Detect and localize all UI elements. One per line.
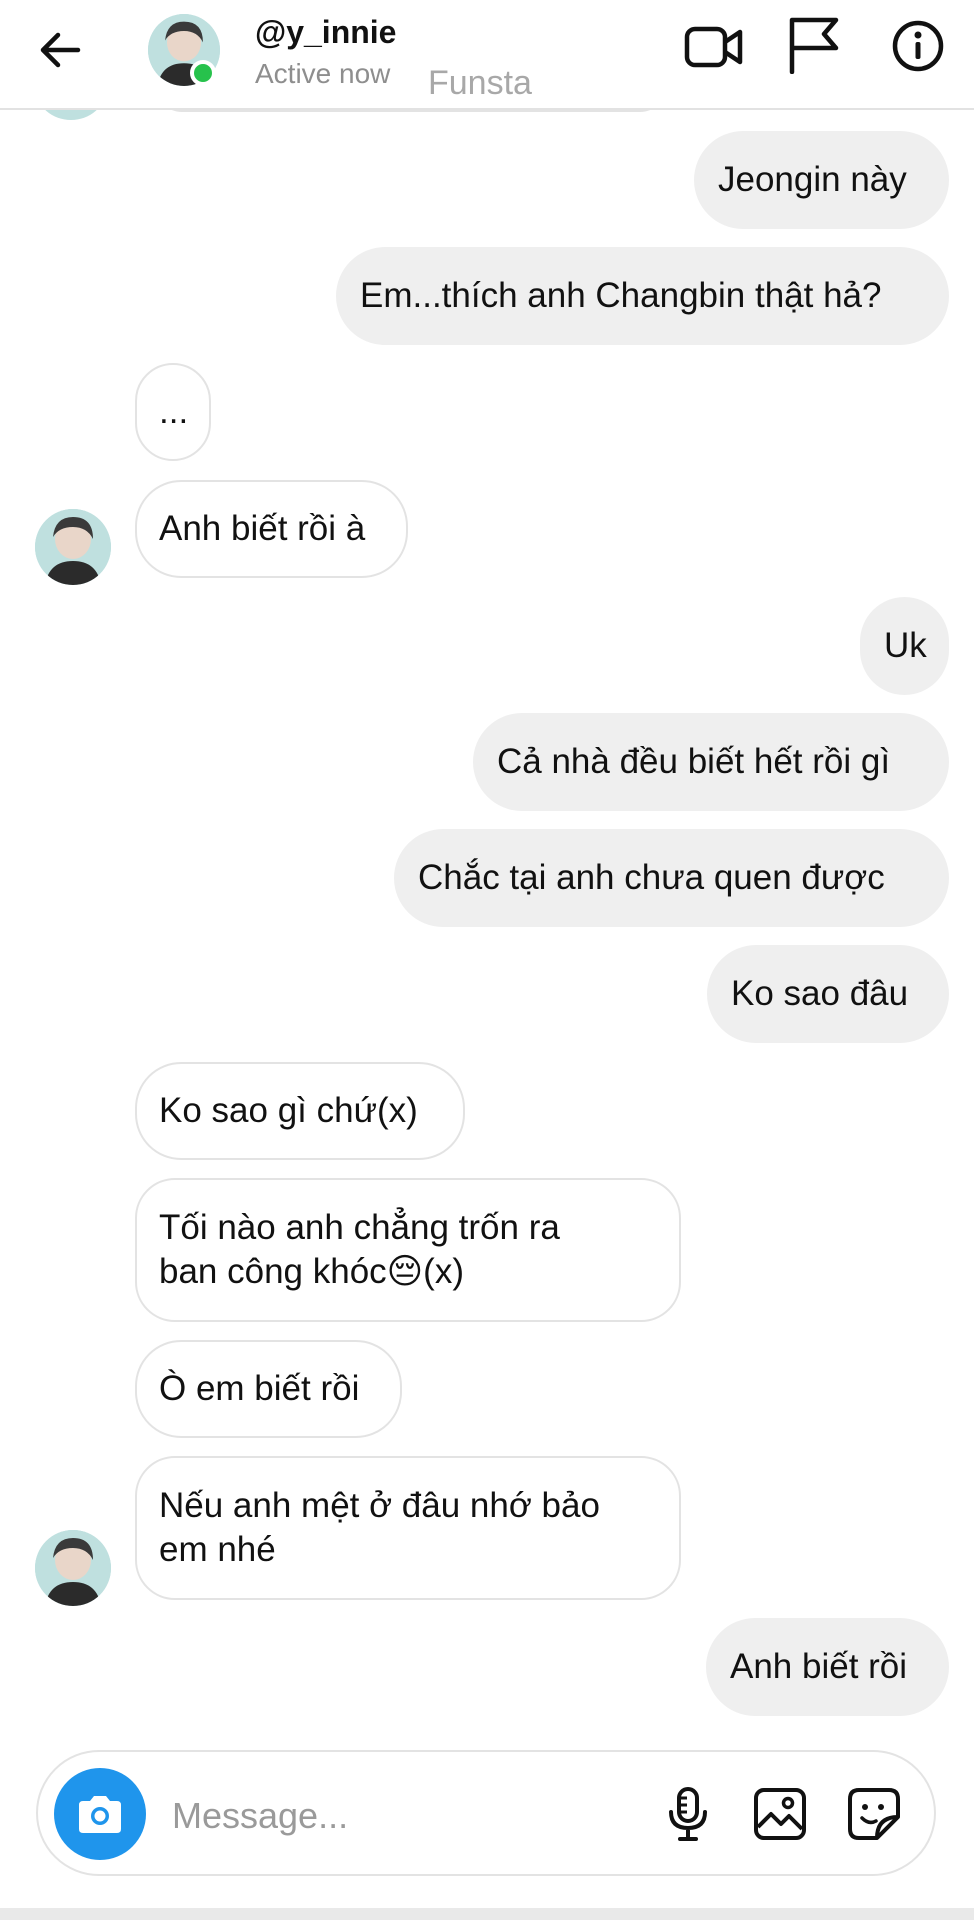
message-bubble-outgoing[interactable]: Em...thích anh Changbin thật hả? [336,247,949,345]
message-bubble-outgoing[interactable]: Chắc tại anh chưa quen được [394,829,949,927]
message-thread[interactable]: Jeongin này Em...thích anh Changbin thật… [0,0,974,1740]
contact-avatar-small [35,1530,111,1606]
avatar-photo-icon [35,509,111,585]
back-button[interactable] [28,22,92,78]
message-text: Ko sao đâu [731,974,909,1013]
message-text: Uk [884,626,927,665]
message-bubble-outgoing[interactable]: Cả nhà đều biết hết rồi gì [473,713,949,811]
gallery-button[interactable] [750,1784,810,1844]
message-text-line: Nếu anh mệt ở đâu nhớ bảo [159,1486,600,1525]
info-icon [892,20,944,72]
message-text: ... [159,392,189,431]
info-button[interactable] [888,16,948,76]
video-call-button[interactable] [682,18,746,76]
watermark-text: Funsta [428,64,532,102]
message-bubble-incoming[interactable]: Tối nào anh chẳng trốn ra ban công khóc😔… [135,1178,681,1322]
message-bubble-incoming[interactable]: Ko sao gì chứ(x) [135,1062,465,1160]
video-camera-icon [684,26,743,68]
message-text-line: em nhé [159,1530,276,1569]
message-bubble-incoming[interactable]: Ò em biết rồi [135,1340,402,1438]
message-text-line: ban công khóc😔(x) [159,1252,464,1291]
back-arrow-icon [40,32,81,68]
contact-avatar-small [35,509,111,585]
message-bubble-outgoing[interactable]: Uk [860,597,949,695]
sticker-button[interactable] [844,1784,904,1844]
message-text: Cả nhà đều biết hết rồi gì [497,742,891,781]
message-bubble-outgoing[interactable]: Jeongin này [694,131,949,229]
message-bubble-incoming[interactable]: Nếu anh mệt ở đâu nhớ bảo em nhé [135,1456,681,1600]
message-input[interactable] [170,1790,654,1842]
message-text: Ò em biết rồi [159,1369,360,1408]
message-bubble-incoming[interactable]: ... [135,363,211,461]
message-text: Anh biết rồi [730,1647,908,1686]
sticker-icon [848,1788,900,1840]
avatar-photo-icon [35,1530,111,1606]
message-text: Ko sao gì chứ(x) [159,1091,418,1130]
report-button[interactable] [782,14,846,76]
camera-button[interactable] [54,1768,146,1860]
message-composer [36,1750,936,1876]
message-bubble-outgoing[interactable]: Anh biết rồi [706,1618,949,1716]
camera-icon [79,1796,121,1833]
system-nav-bar [0,1908,974,1920]
message-text-line: Tối nào anh chẳng trốn ra [159,1208,560,1247]
microphone-icon [669,1787,707,1841]
active-status: Active now [255,58,391,89]
contact-username[interactable]: @y_innie [255,14,396,51]
message-text: Chắc tại anh chưa quen được [418,858,885,897]
voice-message-button[interactable] [658,1784,718,1844]
message-text: Jeongin này [718,160,907,199]
online-status-dot [190,60,216,86]
message-bubble-outgoing[interactable]: Ko sao đâu [707,945,949,1043]
message-bubble-incoming[interactable]: Anh biết rồi à [135,480,408,578]
flag-icon [789,17,839,74]
message-text: Anh biết rồi à [159,509,366,548]
gallery-icon [754,1788,806,1840]
message-text: Em...thích anh Changbin thật hả? [360,276,882,315]
